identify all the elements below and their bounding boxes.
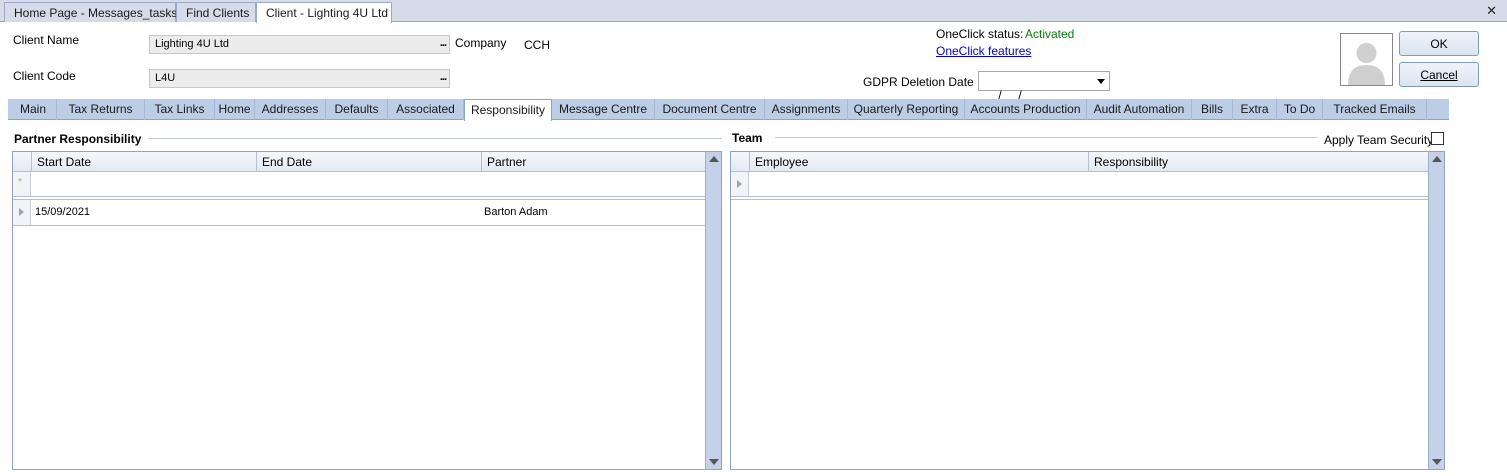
scroll-down-icon[interactable] xyxy=(1432,459,1442,465)
grid-header: Employee Responsibility xyxy=(731,152,1428,172)
scroll-up-icon[interactable] xyxy=(1432,156,1442,162)
row-pointer-icon xyxy=(19,208,24,216)
ok-button[interactable]: OK xyxy=(1399,31,1479,56)
new-row-selector[interactable] xyxy=(731,172,749,196)
client-name-value: Lighting 4U Ltd xyxy=(155,38,229,50)
doc-tab-find-clients[interactable]: Find Clients xyxy=(176,2,256,22)
tab-label: To Do xyxy=(1283,102,1316,116)
tab-responsibility[interactable]: Responsibility xyxy=(464,99,552,121)
tab-label: Home xyxy=(218,102,251,116)
apply-team-security-label: Apply Team Security xyxy=(1324,133,1434,147)
tab-accounts-production[interactable]: Accounts Production xyxy=(965,99,1087,120)
scroll-up-icon[interactable] xyxy=(709,156,719,162)
column-header-responsibility[interactable]: Responsibility xyxy=(1088,152,1428,172)
tab-label: Defaults xyxy=(334,102,379,116)
column-header-partner[interactable]: Partner xyxy=(481,152,705,172)
oneclick-status-value: Activated xyxy=(1025,27,1075,41)
tab-associated[interactable]: Associated xyxy=(388,99,464,120)
oneclick-features-link[interactable]: OneClick features xyxy=(936,44,1031,58)
tab-label: Tracked Emails xyxy=(1333,102,1416,116)
tab-tax-links[interactable]: Tax Links xyxy=(145,99,215,120)
tab-tax-returns[interactable]: Tax Returns xyxy=(57,99,145,120)
tab-label: Document Centre xyxy=(662,102,757,116)
tab-label: Audit Automation xyxy=(1093,102,1185,116)
tab-assignments[interactable]: Assignments xyxy=(765,99,848,120)
tab-label: Message Centre xyxy=(558,102,648,116)
tab-quarterly-reporting[interactable]: Quarterly Reporting xyxy=(848,99,965,120)
tab-label: Bills xyxy=(1200,102,1223,116)
table-row[interactable]: 15/09/2021 Barton Adam xyxy=(13,200,705,225)
tab-extra[interactable]: Extra xyxy=(1233,99,1277,120)
grid-header: Start Date End Date Partner xyxy=(13,152,705,172)
client-name-field[interactable]: Lighting 4U Ltd ... xyxy=(149,35,450,54)
cell-start-date[interactable]: 15/09/2021 xyxy=(31,206,256,218)
client-name-browse-button[interactable]: ... xyxy=(440,37,447,49)
tab-label: Accounts Production xyxy=(970,102,1081,116)
client-code-label: Client Code xyxy=(13,69,76,83)
client-code-field[interactable]: L4U ... xyxy=(149,69,450,88)
client-name-label: Client Name xyxy=(13,33,80,47)
column-header-employee[interactable]: Employee xyxy=(749,152,1088,172)
tab-bills[interactable]: Bills xyxy=(1192,99,1233,120)
partner-responsibility-title: Partner Responsibility xyxy=(14,132,142,146)
scroll-down-icon[interactable] xyxy=(709,459,719,465)
partner-responsibility-grid[interactable]: Start Date End Date Partner * 15/09/2021… xyxy=(12,151,722,470)
client-code-browse-button[interactable]: ... xyxy=(440,71,447,83)
gdpr-deletion-date-picker[interactable]: / / xyxy=(978,71,1110,102)
tab-label: Associated xyxy=(396,102,455,116)
column-header-start-date[interactable]: Start Date xyxy=(31,152,256,172)
tab-label: Assignments xyxy=(771,102,841,116)
column-header-end-date[interactable]: End Date xyxy=(256,152,481,172)
tab-label: Extra xyxy=(1240,102,1269,116)
row-divider xyxy=(731,196,1428,197)
oneclick-status-label: OneClick status: xyxy=(936,27,1024,41)
company-label: Company xyxy=(455,36,507,50)
row-divider xyxy=(731,199,1428,200)
close-icon[interactable]: ✕ xyxy=(1486,3,1497,19)
tab-label: Quarterly Reporting xyxy=(853,102,959,116)
row-divider xyxy=(13,196,705,197)
section-divider xyxy=(148,138,722,139)
doc-tab-label: Home Page - Messages_tasks xyxy=(14,6,178,20)
tab-message-centre[interactable]: Message Centre xyxy=(552,99,655,120)
gdpr-deletion-date-label: GDPR Deletion Date xyxy=(863,75,974,89)
document-tab-bar: Home Page - Messages_tasks Find Clients … xyxy=(0,0,1507,23)
apply-team-security-checkbox[interactable] xyxy=(1431,132,1444,145)
doc-tab-label: Client - Lighting 4U Ltd xyxy=(266,6,389,20)
tab-to-do[interactable]: To Do xyxy=(1277,99,1323,120)
vertical-scrollbar[interactable] xyxy=(1428,152,1444,469)
tab-defaults[interactable]: Defaults xyxy=(326,99,388,120)
new-row-selector[interactable]: * xyxy=(13,172,31,196)
person-icon xyxy=(1341,34,1392,85)
row-divider xyxy=(13,225,705,226)
tab-label: Tax Returns xyxy=(68,102,133,116)
doc-tab-home-page[interactable]: Home Page - Messages_tasks xyxy=(4,2,178,22)
tab-main[interactable]: Main xyxy=(10,99,57,120)
tab-tracked-emails[interactable]: Tracked Emails xyxy=(1323,99,1427,120)
avatar xyxy=(1340,33,1393,86)
tab-home[interactable]: Home xyxy=(215,99,255,120)
tab-label: Tax Links xyxy=(154,102,205,116)
tab-label: Main xyxy=(19,102,46,116)
doc-tab-label: Find Clients xyxy=(186,6,250,20)
cancel-button[interactable]: Cancel xyxy=(1399,62,1479,87)
team-grid[interactable]: Employee Responsibility xyxy=(730,151,1445,470)
tab-label: Responsibility xyxy=(470,103,546,117)
chevron-down-icon[interactable] xyxy=(1097,79,1105,84)
company-value: CCH xyxy=(524,38,550,52)
section-divider xyxy=(775,137,1317,138)
tab-addresses[interactable]: Addresses xyxy=(255,99,326,120)
row-pointer-icon xyxy=(737,180,742,188)
tab-audit-automation[interactable]: Audit Automation xyxy=(1087,99,1192,120)
new-row-marker: * xyxy=(18,177,22,188)
doc-tab-client[interactable]: Client - Lighting 4U Ltd xyxy=(256,2,392,23)
client-tab-bar: Main Tax Returns Tax Links Home Addresse… xyxy=(8,99,1449,121)
vertical-scrollbar[interactable] xyxy=(705,152,721,469)
row-selector[interactable] xyxy=(13,200,31,225)
tab-document-centre[interactable]: Document Centre xyxy=(655,99,765,120)
tab-label: Addresses xyxy=(261,102,319,116)
client-code-value: L4U xyxy=(155,72,176,84)
team-title: Team xyxy=(732,131,763,145)
cell-partner[interactable]: Barton Adam xyxy=(480,206,704,218)
